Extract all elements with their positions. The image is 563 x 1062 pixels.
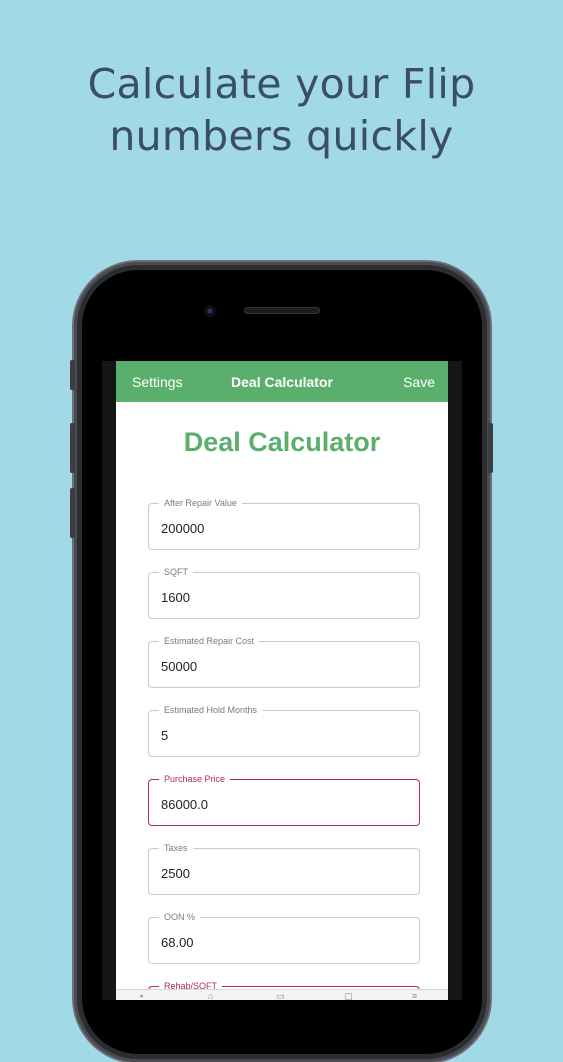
- screen-bezel-right: [448, 361, 462, 1000]
- sqft-input[interactable]: [161, 590, 401, 605]
- photos-tab-icon[interactable]: ▭: [276, 992, 290, 1001]
- after-repair-value-input[interactable]: [161, 521, 401, 536]
- taxes-field[interactable]: Taxes: [148, 843, 420, 895]
- tab-bar: ▪ ⌂ ▭ ▢ ≡: [116, 989, 448, 1000]
- promo-headline-line1: Calculate your Flip: [87, 60, 476, 108]
- field-label: Purchase Price: [159, 774, 231, 785]
- field-label: Estimated Hold Months: [159, 705, 263, 716]
- navigation-bar: Deal Calculator Settings Save: [116, 361, 448, 402]
- field-label: Taxes: [159, 843, 193, 854]
- save-button[interactable]: Save: [403, 374, 435, 390]
- list-tab-icon[interactable]: ≡: [412, 992, 426, 1001]
- estimated-repair-cost-field[interactable]: Estimated Repair Cost: [148, 636, 420, 688]
- purchase-price-input[interactable]: [161, 797, 401, 812]
- silent-switch: [70, 360, 75, 390]
- field-label: After Repair Value: [159, 498, 242, 509]
- volume-up-button: [70, 423, 75, 473]
- estimated-hold-months-field[interactable]: Estimated Hold Months: [148, 705, 420, 757]
- promo-headline-line2: numbers quickly: [109, 112, 454, 160]
- settings-button[interactable]: Settings: [132, 374, 183, 390]
- volume-down-button: [70, 488, 75, 538]
- field-label: Estimated Repair Cost: [159, 636, 260, 647]
- page-title: Deal Calculator: [183, 427, 381, 457]
- notes-tab-icon[interactable]: ▢: [344, 992, 358, 1001]
- after-repair-value-field[interactable]: After Repair Value: [148, 498, 420, 550]
- taxes-input[interactable]: [161, 866, 401, 881]
- front-camera: [204, 305, 216, 317]
- promo-headline: Calculate your Flip numbers quickly: [0, 58, 563, 162]
- calculator-tab-icon[interactable]: ▪: [140, 992, 154, 1001]
- purchase-price-field[interactable]: Purchase Price: [148, 774, 420, 826]
- estimated-hold-months-input[interactable]: [161, 728, 401, 743]
- app-screen: Deal Calculator Settings Save Deal Calcu…: [116, 361, 448, 1000]
- field-label: SQFT: [159, 567, 193, 578]
- power-button: [488, 423, 493, 473]
- oon-percent-input[interactable]: [161, 935, 401, 950]
- field-label: OON %: [159, 912, 201, 923]
- screen-bezel-left: [102, 361, 116, 1000]
- sqft-field[interactable]: SQFT: [148, 567, 420, 619]
- estimated-repair-cost-input[interactable]: [161, 659, 401, 674]
- home-tab-icon[interactable]: ⌂: [208, 992, 222, 1001]
- earpiece-speaker: [244, 307, 320, 314]
- oon-percent-field[interactable]: OON %: [148, 912, 420, 964]
